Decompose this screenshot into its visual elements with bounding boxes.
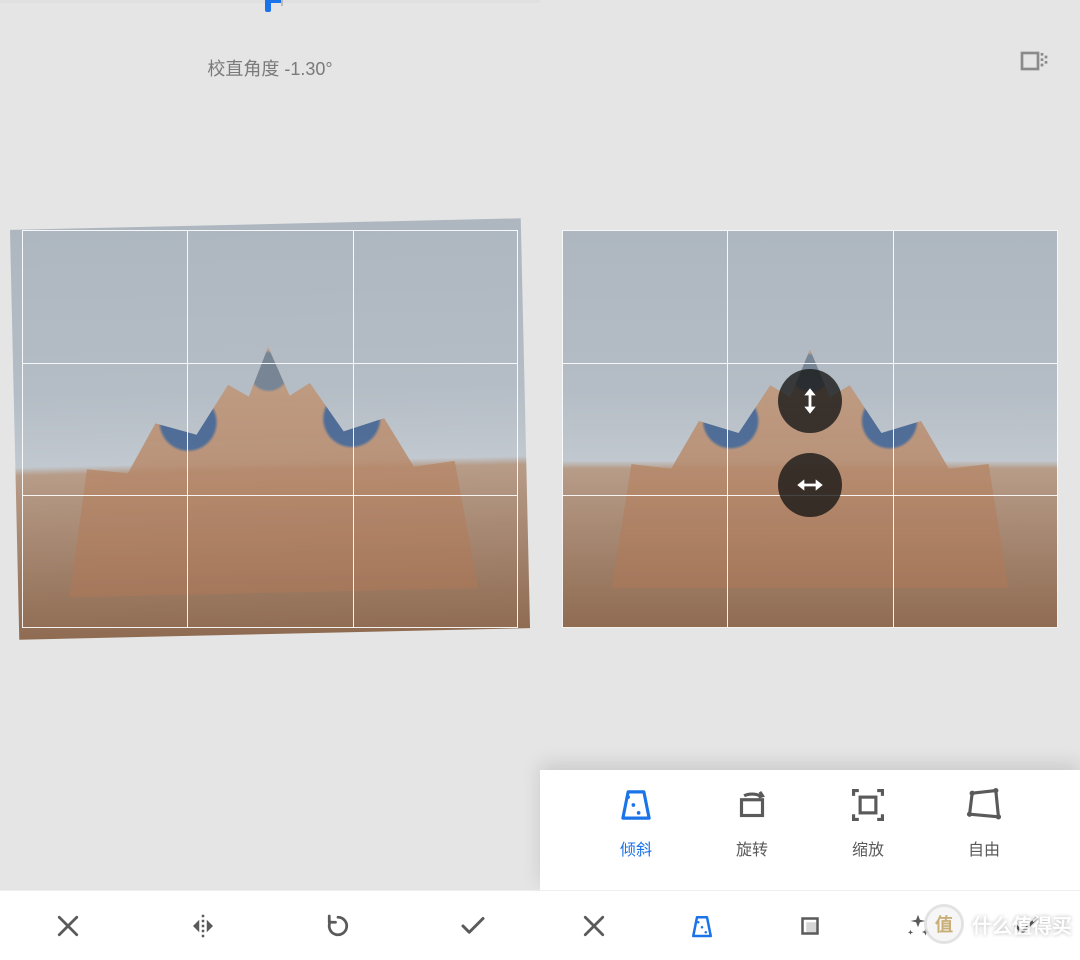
photo-preview[interactable] [22, 230, 518, 628]
free-transform-icon [963, 784, 1005, 826]
angle-readout: 校直角度 -1.30° [0, 55, 540, 81]
sparkle-icon [903, 911, 933, 941]
tilt-vertical-button[interactable] [778, 369, 842, 433]
photo-subject [64, 342, 478, 597]
mode-label: 旋转 [736, 836, 768, 860]
aspect-ratio-button[interactable] [1018, 45, 1050, 77]
rotate-cw-icon [323, 911, 353, 941]
close-button[interactable] [572, 904, 616, 948]
close-button[interactable] [46, 904, 90, 948]
mode-label: 自由 [968, 836, 1000, 860]
flip-horizontal-button[interactable] [181, 904, 225, 948]
confirm-button[interactable] [1004, 904, 1048, 948]
rotate-icon [731, 784, 773, 826]
straighten-slider[interactable] [0, 0, 540, 40]
check-icon [458, 911, 488, 941]
aspect-ratio-icon [1018, 45, 1050, 77]
close-icon [579, 911, 609, 941]
mode-free[interactable]: 自由 [944, 784, 1024, 890]
flip-horizontal-icon [188, 911, 218, 941]
slider-thumb[interactable] [265, 0, 271, 12]
scale-icon [847, 784, 889, 826]
tilt-horizontal-button[interactable] [778, 453, 842, 517]
editor-screen-perspective: 倾斜 旋转 缩放 自由 [540, 0, 1080, 960]
rotate-button[interactable] [316, 904, 360, 948]
slider-track [0, 0, 540, 3]
slider-center-mark [281, 0, 283, 6]
arrows-horizontal-icon [793, 468, 827, 502]
transform-mode-row: 倾斜 旋转 缩放 自由 [540, 770, 1080, 890]
mode-scale[interactable]: 缩放 [828, 784, 908, 890]
arrows-vertical-icon [793, 384, 827, 418]
auto-enhance-button[interactable] [896, 904, 940, 948]
editor-screen-straighten: 校直角度 -1.30° [0, 0, 540, 960]
confirm-button[interactable] [451, 904, 495, 948]
perspective-icon [687, 911, 717, 941]
crop-icon [795, 911, 825, 941]
bottom-action-bar [540, 890, 1080, 960]
tilt-icon [615, 784, 657, 826]
close-icon [53, 911, 83, 941]
mode-tilt[interactable]: 倾斜 [596, 784, 676, 890]
mode-label: 倾斜 [620, 836, 652, 860]
photo-preview[interactable] [562, 230, 1058, 628]
mode-label: 缩放 [852, 836, 884, 860]
bottom-action-bar [0, 890, 540, 960]
perspective-tool-button[interactable] [680, 904, 724, 948]
mode-rotate[interactable]: 旋转 [712, 784, 792, 890]
crop-tool-button[interactable] [788, 904, 832, 948]
check-icon [1011, 911, 1041, 941]
photo-canvas [10, 218, 530, 639]
